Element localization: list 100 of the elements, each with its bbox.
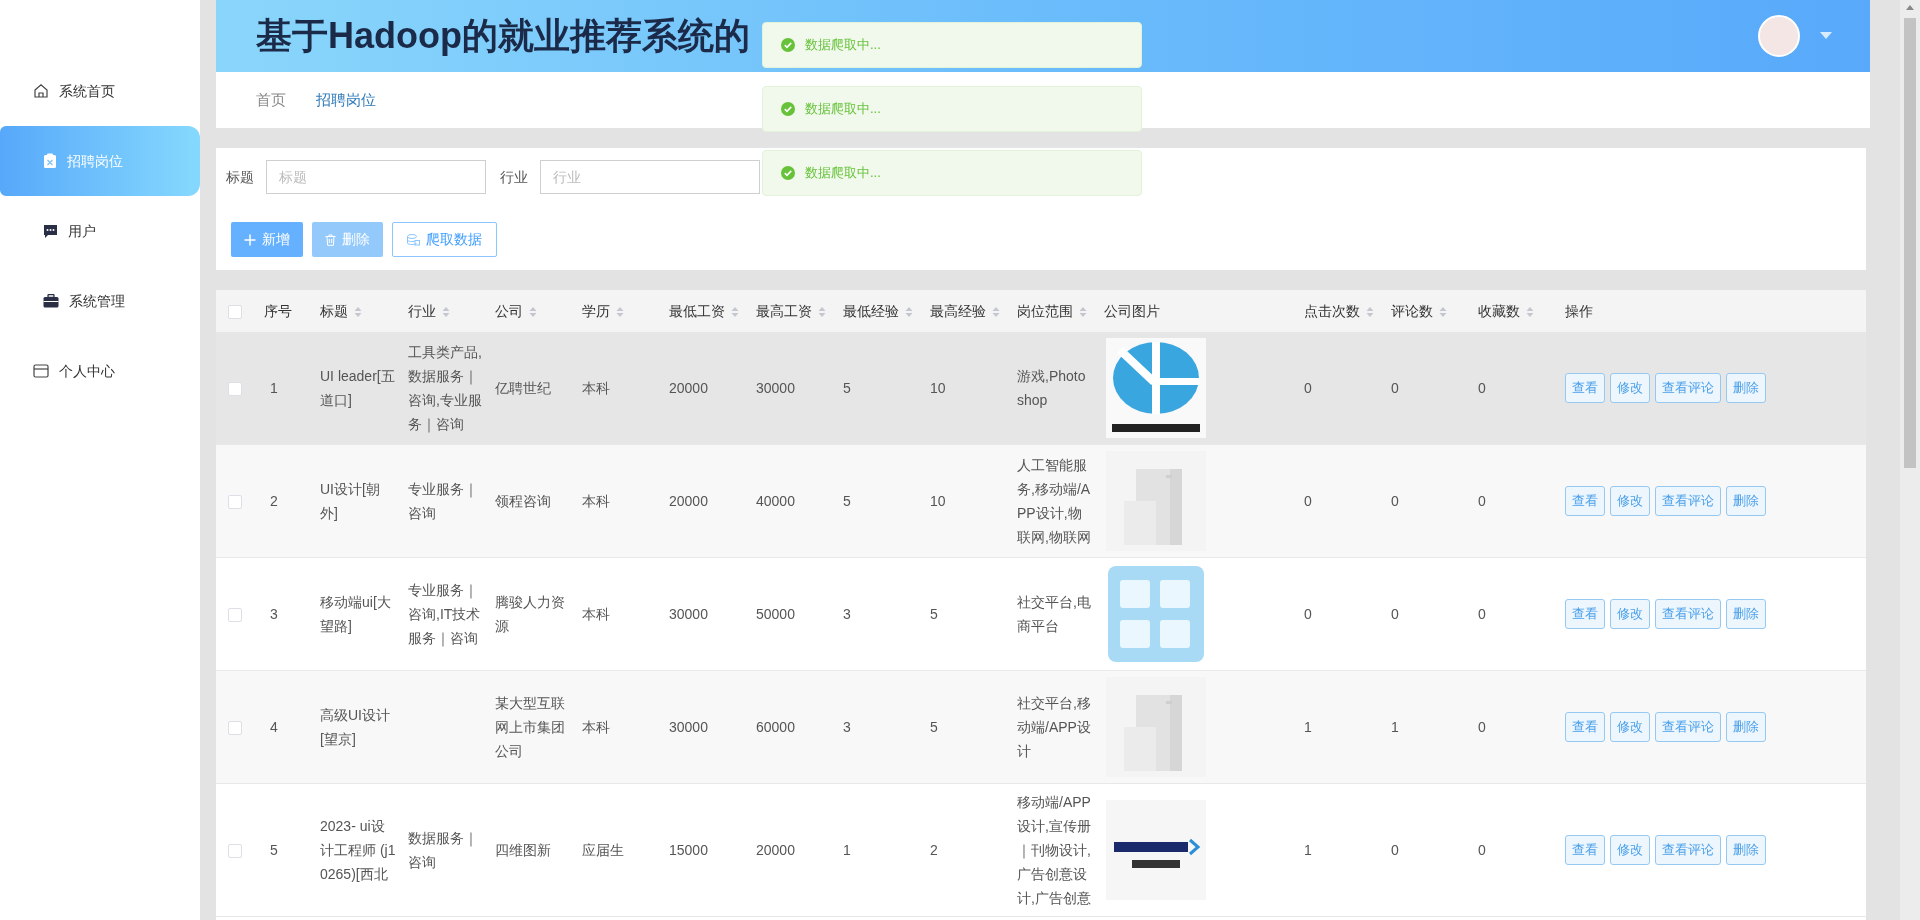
sort-icon[interactable] <box>731 305 739 318</box>
check-icon <box>781 38 795 52</box>
table-cell: UI leader[五道口] <box>320 368 395 408</box>
search-field[interactable]: 标题 <box>266 160 486 194</box>
table-cell: 1 <box>270 380 278 396</box>
table-cell: 2023- ui设计工程师 (j10265)[西北 <box>320 818 396 882</box>
action-button[interactable]: 查看评论 <box>1655 835 1721 865</box>
table-cell: 30000 <box>756 380 795 396</box>
column-header[interactable]: 最低经验 <box>843 302 899 319</box>
table-cell: 本科 <box>582 380 610 396</box>
action-button[interactable]: 修改 <box>1610 486 1650 516</box>
checkbox[interactable] <box>228 607 242 622</box>
crawl-button[interactable]: 爬取数据 <box>392 222 497 257</box>
table-cell: 高级UI设计[望京] <box>320 707 390 747</box>
sort-icon[interactable] <box>354 305 362 318</box>
table-cell: 0 <box>1478 493 1486 509</box>
table-cell: 移动端/APP设计,宣传册｜刊物设计,广告创意设计,广告创意 <box>1017 794 1091 906</box>
checkbox[interactable] <box>228 494 242 509</box>
column-header[interactable]: 行业 <box>408 302 436 319</box>
table-cell: 0 <box>1478 842 1486 858</box>
caret-icon[interactable] <box>1820 32 1832 40</box>
avatar[interactable] <box>1758 15 1800 57</box>
table-cell: 5 <box>930 606 938 622</box>
action-button[interactable]: 查看 <box>1565 486 1605 516</box>
table-cell: 4 <box>270 719 278 735</box>
action-button[interactable]: 删除 <box>1726 712 1766 742</box>
column-header[interactable]: 标题 <box>320 302 348 319</box>
plus-icon <box>244 233 256 246</box>
sidebar-item[interactable]: 系统管理 <box>0 266 200 336</box>
checkbox[interactable] <box>228 304 242 319</box>
sidebar-item[interactable]: 用户 <box>0 196 200 266</box>
table-cell: 60000 <box>756 719 795 735</box>
action-button[interactable]: 删除 <box>1726 835 1766 865</box>
table-cell: 0 <box>1391 606 1399 622</box>
check-icon <box>781 102 795 116</box>
action-button[interactable]: 查看 <box>1565 599 1605 629</box>
action-button[interactable]: 查看 <box>1565 835 1605 865</box>
action-button[interactable]: 查看 <box>1565 373 1605 403</box>
table-cell: 0 <box>1304 606 1312 622</box>
action-button[interactable]: 查看 <box>1565 712 1605 742</box>
table-cell: 2 <box>270 493 278 509</box>
sidebar-item[interactable]: 个人中心 <box>0 336 200 406</box>
column-header[interactable]: 最低工资 <box>669 302 725 319</box>
column-header[interactable]: 收藏数 <box>1478 302 1520 319</box>
action-button[interactable]: 修改 <box>1610 712 1650 742</box>
sort-icon[interactable] <box>905 305 913 318</box>
scrollbar[interactable] <box>1900 0 1920 920</box>
checkbox[interactable] <box>228 720 242 735</box>
sort-icon[interactable] <box>616 305 624 318</box>
column-header[interactable]: 点击次数 <box>1304 302 1360 319</box>
table-cell: 5 <box>843 380 851 396</box>
table-cell: 1 <box>1304 842 1312 858</box>
search-field[interactable]: 行业 <box>540 160 760 194</box>
sort-icon[interactable] <box>1366 305 1374 318</box>
breadcrumb-link[interactable]: 招聘岗位 <box>316 88 376 112</box>
table-cell: 专业服务｜咨询 <box>408 481 478 521</box>
action-button[interactable]: 删除 <box>1726 373 1766 403</box>
sort-icon[interactable] <box>442 305 450 318</box>
column-header[interactable]: 最高工资 <box>756 302 812 319</box>
toast-message: 数据爬取中... <box>762 150 1142 196</box>
column-header[interactable]: 评论数 <box>1391 302 1433 319</box>
checkbox[interactable] <box>228 843 242 858</box>
checkbox[interactable] <box>228 381 242 396</box>
table-cell: 50000 <box>756 606 795 622</box>
table-cell: 应届生 <box>582 842 624 858</box>
table-cell: 1 <box>1304 719 1312 735</box>
sort-icon[interactable] <box>1079 305 1087 318</box>
action-button[interactable]: 查看评论 <box>1655 599 1721 629</box>
action-button[interactable]: 查看评论 <box>1655 486 1721 516</box>
sort-icon[interactable] <box>1439 305 1447 318</box>
sidebar-item[interactable]: 系统首页 <box>0 56 200 126</box>
column-header[interactable]: 岗位范围 <box>1017 302 1073 319</box>
table-cell: 3 <box>270 606 278 622</box>
column-header[interactable]: 学历 <box>582 302 610 319</box>
table-cell: 0 <box>1391 380 1399 396</box>
action-button[interactable]: 删除 <box>1726 599 1766 629</box>
column-header[interactable]: 最高经验 <box>930 302 986 319</box>
action-button[interactable]: 修改 <box>1610 835 1650 865</box>
sidebar-item[interactable]: 招聘岗位 <box>0 126 200 196</box>
column-header[interactable]: 公司 <box>495 302 523 319</box>
table-cell: 1 <box>1391 719 1399 735</box>
table-cell: 30000 <box>669 606 708 622</box>
action-button[interactable]: 修改 <box>1610 599 1650 629</box>
table-cell: 20000 <box>669 380 708 396</box>
sort-icon[interactable] <box>1526 305 1534 318</box>
action-button[interactable]: 查看评论 <box>1655 712 1721 742</box>
field-label: 标题 <box>226 167 254 187</box>
action-button[interactable]: 修改 <box>1610 373 1650 403</box>
table-cell: 30000 <box>669 719 708 735</box>
table-cell: 5 <box>930 719 938 735</box>
table-cell: 社交平台,电商平台 <box>1017 594 1091 634</box>
breadcrumb-link[interactable]: 首页 <box>256 88 286 112</box>
sort-icon[interactable] <box>818 305 826 318</box>
add-button[interactable]: 新增 <box>231 222 303 257</box>
table-cell: 四维图新 <box>495 842 551 858</box>
sort-icon[interactable] <box>529 305 537 318</box>
sort-icon[interactable] <box>992 305 1000 318</box>
check-icon <box>781 166 795 180</box>
action-button[interactable]: 删除 <box>1726 486 1766 516</box>
action-button[interactable]: 查看评论 <box>1655 373 1721 403</box>
